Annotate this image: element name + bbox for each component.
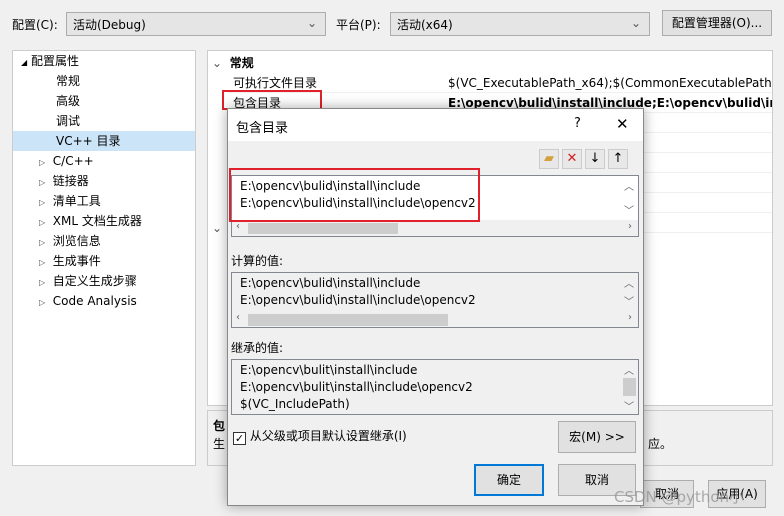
chevron-down-icon: ⌄ bbox=[630, 16, 641, 30]
platform-label: 平台(P): bbox=[336, 18, 381, 32]
collapsed-triangle-icon: ▷ bbox=[39, 178, 46, 187]
tree-root[interactable]: ◢ 配置属性 bbox=[21, 51, 79, 71]
config-manager-button[interactable]: 配置管理器(O)... bbox=[662, 10, 772, 36]
tree-item-label: 清单工具 bbox=[52, 194, 101, 208]
tree-item[interactable]: 常规 bbox=[13, 71, 195, 91]
tree-item-label: 自定义生成步骤 bbox=[52, 274, 137, 288]
tree-item[interactable]: ▷ 浏览信息 bbox=[39, 231, 195, 251]
collapsed-triangle-icon: ▷ bbox=[39, 238, 46, 247]
chevron-down-icon: ⌄ bbox=[212, 56, 223, 70]
delete-icon: ✕ bbox=[566, 151, 578, 166]
checkbox-check-icon: ✓ bbox=[233, 432, 246, 445]
h-scroll-thumb[interactable] bbox=[248, 314, 448, 326]
tree-item-label: 链接器 bbox=[52, 174, 89, 188]
highlight-box bbox=[229, 168, 480, 222]
inherit-checkbox[interactable]: ✓ 从父级或项目默认设置继承(I) bbox=[233, 427, 407, 445]
chevron-down-icon[interactable]: ⌄ bbox=[212, 221, 222, 235]
desc-text: 生 bbox=[213, 437, 226, 451]
tree-item[interactable]: ▷ XML 文档生成器 bbox=[39, 211, 195, 231]
tree-item[interactable]: ▷ C/C++ bbox=[39, 151, 195, 171]
scroll-up-icon[interactable]: ︿ bbox=[624, 275, 634, 290]
delete-button[interactable]: ✕ bbox=[562, 149, 582, 169]
section-header[interactable]: ⌄ 常规 bbox=[212, 53, 254, 73]
scroll-up-icon[interactable]: ︿ bbox=[624, 178, 634, 193]
tree-item-label: Code Analysis bbox=[52, 294, 137, 308]
scroll-up-icon[interactable]: ︿ bbox=[624, 362, 634, 377]
ok-button[interactable]: 确定 bbox=[474, 464, 544, 496]
move-down-button[interactable]: ↓ bbox=[585, 149, 605, 169]
expanded-triangle-icon: ◢ bbox=[21, 58, 28, 67]
inherited-item: E:\opencv\bulit\install\include bbox=[240, 363, 418, 377]
inherited-label: 继承的值: bbox=[231, 341, 284, 355]
tree-root-label: 配置属性 bbox=[30, 54, 79, 68]
move-up-button[interactable]: ↑ bbox=[608, 149, 628, 169]
close-button[interactable]: ✕ bbox=[616, 115, 629, 133]
config-select[interactable]: 活动(Debug) ⌄ bbox=[66, 12, 326, 36]
tree-item[interactable]: 高级 bbox=[13, 91, 195, 111]
tree-item[interactable]: ▷ 链接器 bbox=[39, 171, 195, 191]
inherit-checkbox-label: 从父级或项目默认设置继承(I) bbox=[249, 429, 407, 443]
v-scroll-thumb[interactable] bbox=[623, 378, 636, 396]
collapsed-triangle-icon: ▷ bbox=[39, 218, 46, 227]
platform-value: 活动(x64) bbox=[397, 18, 453, 32]
tree-item-label: 调试 bbox=[56, 114, 81, 128]
help-button[interactable]: ? bbox=[574, 116, 581, 131]
tree-item-label: XML 文档生成器 bbox=[52, 214, 142, 228]
scroll-down-icon[interactable]: ﹀ bbox=[624, 202, 634, 217]
macro-button[interactable]: 宏(M) >> bbox=[558, 421, 636, 453]
desc-title: 包 bbox=[213, 419, 226, 433]
include-dirs-dialog: 包含目录 ? ✕ ▰ ✕ ↓ ↑ E:\opencv\bulid\install… bbox=[227, 108, 644, 506]
collapsed-triangle-icon: ▷ bbox=[39, 158, 46, 167]
new-folder-icon: ▰ bbox=[544, 151, 554, 166]
collapsed-triangle-icon: ▷ bbox=[39, 198, 46, 207]
section-title: 常规 bbox=[229, 56, 254, 70]
tree-item[interactable]: ▷ Code Analysis bbox=[39, 291, 195, 311]
tree-item-label: C/C++ bbox=[52, 154, 94, 168]
highlight-box bbox=[222, 90, 322, 110]
dialog-titlebar: 包含目录 ? ✕ bbox=[228, 109, 643, 141]
tree-item[interactable]: ▷ 清单工具 bbox=[39, 191, 195, 211]
tree-item[interactable]: VC++ 目录 bbox=[13, 131, 195, 151]
move-up-icon: ↑ bbox=[612, 151, 624, 166]
tree-item-label: 高级 bbox=[56, 94, 81, 108]
h-scrollbar[interactable]: ‹ › bbox=[232, 311, 638, 327]
tree-item-label: 生成事件 bbox=[52, 254, 101, 268]
new-folder-button[interactable]: ▰ bbox=[539, 149, 559, 169]
config-label: 配置(C): bbox=[12, 18, 58, 32]
tree-item-label: 常规 bbox=[56, 74, 81, 88]
collapsed-triangle-icon: ▷ bbox=[39, 278, 46, 287]
h-scrollbar[interactable]: ‹ › bbox=[232, 220, 638, 236]
dialog-title: 包含目录 bbox=[236, 121, 289, 136]
collapsed-triangle-icon: ▷ bbox=[39, 258, 46, 267]
move-down-icon: ↓ bbox=[589, 151, 601, 166]
computed-item: E:\opencv\bulid\install\include bbox=[240, 276, 421, 290]
property-value: $(VC_ExecutablePath_x64);$(CommonExecuta… bbox=[448, 76, 773, 90]
watermark: CSDN @python小 bbox=[614, 488, 745, 506]
computed-list: E:\opencv\bulid\install\include E:\openc… bbox=[231, 272, 639, 328]
tree-item[interactable]: ▷ 自定义生成步骤 bbox=[39, 271, 195, 291]
tree-item-label: 浏览信息 bbox=[52, 234, 101, 248]
inherited-item: $(VC_IncludePath) bbox=[240, 397, 350, 411]
desc-text-end: 应。 bbox=[648, 437, 673, 451]
platform-select[interactable]: 活动(x64) ⌄ bbox=[390, 12, 650, 36]
inherited-item: E:\opencv\bulit\install\include\opencv2 bbox=[240, 380, 473, 394]
h-scroll-thumb[interactable] bbox=[248, 223, 398, 234]
computed-item: E:\opencv\bulid\install\include\opencv2 bbox=[240, 293, 476, 307]
tree-item-label: VC++ 目录 bbox=[56, 134, 121, 148]
collapsed-triangle-icon: ▷ bbox=[39, 298, 46, 307]
chevron-down-icon: ⌄ bbox=[306, 16, 317, 30]
config-value: 活动(Debug) bbox=[73, 18, 146, 32]
property-tree: ◢ 配置属性 常规 高级 调试 VC++ 目录 ▷ C/C++ ▷ 链接器 ▷ 清单工具 ▷ … bbox=[12, 50, 196, 466]
computed-label: 计算的值: bbox=[231, 254, 284, 268]
tree-item[interactable]: ▷ 生成事件 bbox=[39, 251, 195, 271]
scroll-down-icon[interactable]: ﹀ bbox=[624, 293, 634, 308]
inherited-list: E:\opencv\bulit\install\include E:\openc… bbox=[231, 359, 639, 415]
tree-item[interactable]: 调试 bbox=[13, 111, 195, 131]
scroll-down-icon[interactable]: ﹀ bbox=[624, 398, 634, 413]
